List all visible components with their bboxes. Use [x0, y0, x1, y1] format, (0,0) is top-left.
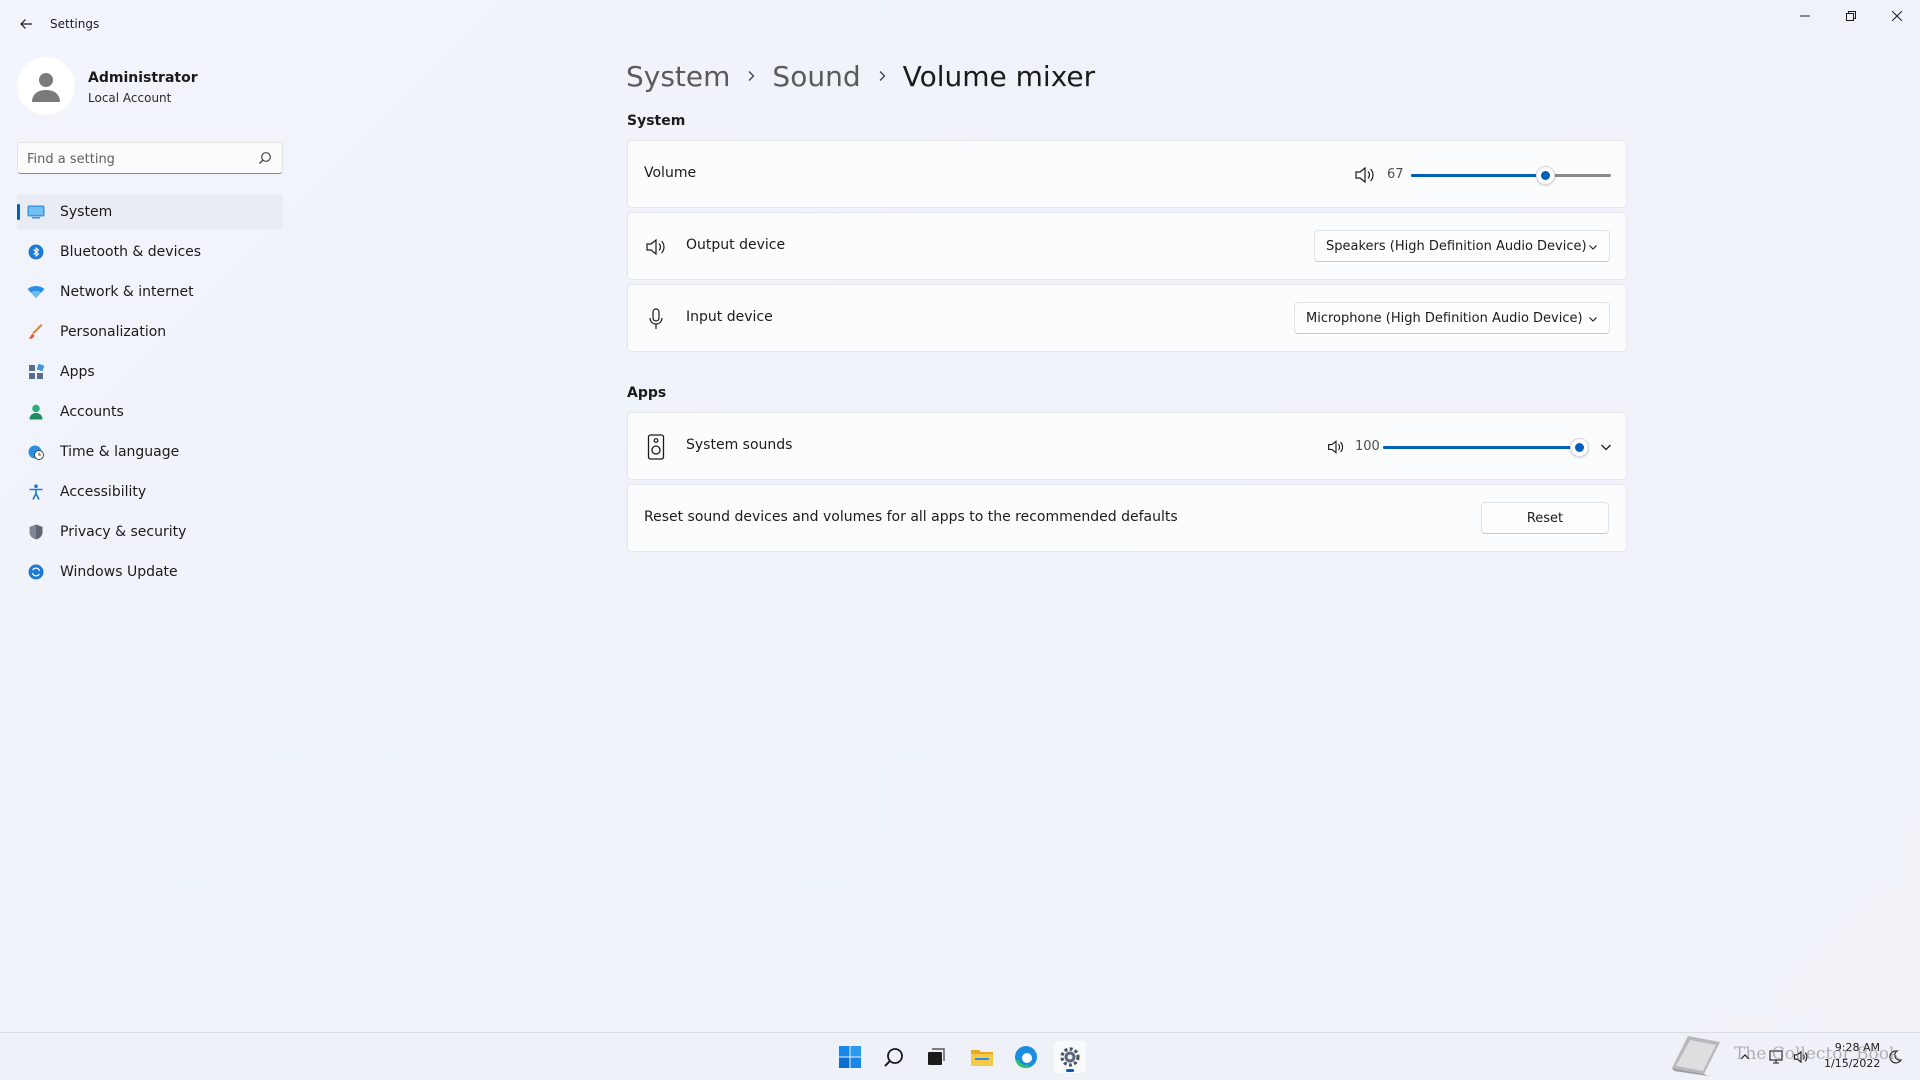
accessibility-icon [27, 483, 45, 501]
search-icon[interactable] [878, 1041, 910, 1073]
avatar [17, 57, 75, 115]
output-device-dropdown[interactable]: Speakers (High Definition Audio Device) [1314, 230, 1610, 262]
slider-fill [1411, 174, 1545, 177]
file-explorer-icon[interactable] [966, 1041, 998, 1073]
sidebar-item-label: Bluetooth & devices [60, 244, 202, 260]
chevron-down-icon [1589, 245, 1597, 250]
sidebar-item-label: Windows Update [60, 564, 178, 580]
watermark: The Collector Book [1668, 1030, 1900, 1078]
sidebar-item-label: Apps [60, 364, 95, 380]
taskbar: 9:28 AM 1/15/2022 [0, 1032, 1920, 1080]
restore-icon [1846, 11, 1856, 21]
speaker-icon[interactable] [1327, 438, 1345, 456]
reset-card: Reset sound devices and volumes for all … [627, 484, 1627, 552]
volume-slider[interactable] [1411, 165, 1611, 185]
system-icon [27, 203, 45, 221]
wifi-icon [27, 283, 45, 301]
sidebar-item-label: Network & internet [60, 284, 194, 300]
chevron-right-icon [877, 70, 887, 82]
user-profile[interactable]: Administrator Local Account [17, 57, 287, 115]
restore-button[interactable] [1828, 0, 1874, 32]
sidebar-item-apps[interactable]: Apps [17, 354, 283, 390]
brush-icon [27, 323, 45, 341]
reset-description: Reset sound devices and volumes for all … [644, 509, 1178, 525]
chevron-down-icon [1601, 444, 1611, 451]
sidebar-item-accessibility[interactable]: Accessibility [17, 474, 283, 510]
volume-value: 67 [1387, 167, 1404, 182]
volume-card: Volume 67 [627, 140, 1627, 208]
input-device-value: Microphone (High Definition Audio Device… [1306, 311, 1583, 326]
sidebar-item-personalization[interactable]: Personalization [17, 314, 283, 350]
slider-thumb[interactable] [1536, 166, 1555, 185]
sidebar-item-label: Time & language [60, 444, 180, 460]
update-icon [27, 563, 45, 581]
profile-account-type: Local Account [88, 91, 172, 105]
input-device-dropdown[interactable]: Microphone (High Definition Audio Device… [1294, 302, 1610, 334]
sidebar-item-windows-update[interactable]: Windows Update [17, 554, 283, 590]
settings-search[interactable] [17, 142, 283, 174]
chevron-down-icon [1589, 317, 1597, 322]
apps-icon [27, 363, 45, 381]
section-heading-apps: Apps [627, 385, 667, 401]
profile-name: Administrator [88, 70, 198, 86]
settings-icon[interactable] [1054, 1041, 1086, 1073]
sidebar-item-accounts[interactable]: Accounts [17, 394, 283, 430]
watermark-text: The Collector Book [1734, 1044, 1900, 1064]
book-icon [1672, 1036, 1720, 1076]
sidebar-item-label: Accounts [60, 404, 124, 420]
title-bar: Settings [0, 0, 1920, 48]
sidebar-item-label: System [60, 204, 113, 220]
start-icon[interactable] [834, 1041, 866, 1073]
close-button[interactable] [1874, 0, 1920, 32]
user-avatar-icon [32, 73, 60, 102]
output-device-card: Output device Speakers (High Definition … [627, 212, 1627, 280]
back-button[interactable] [14, 12, 38, 36]
sidebar-item-system[interactable]: System [17, 194, 283, 230]
slider-thumb[interactable] [1570, 438, 1589, 457]
minimize-icon [1800, 15, 1810, 17]
volume-label: Volume [644, 165, 697, 181]
speaker-icon [644, 235, 668, 259]
sidebar-item-network[interactable]: Network & internet [17, 274, 283, 310]
system-sounds-slider[interactable] [1383, 437, 1589, 457]
back-arrow-icon [20, 19, 32, 29]
microphone-icon [644, 307, 668, 331]
sidebar-item-time-language[interactable]: Time & language [17, 434, 283, 470]
input-device-card: Input device Microphone (High Definition… [627, 284, 1627, 352]
sidebar-item-label: Accessibility [60, 484, 147, 500]
output-device-label: Output device [686, 237, 786, 253]
close-icon [1892, 11, 1902, 21]
chevron-right-icon [746, 70, 756, 82]
minimize-button[interactable] [1782, 0, 1828, 32]
globe-clock-icon [27, 443, 45, 461]
sidebar-item-bluetooth[interactable]: Bluetooth & devices [17, 234, 283, 270]
breadcrumb: System Sound Volume mixer [626, 56, 1095, 96]
bluetooth-icon [27, 243, 45, 261]
breadcrumb-system[interactable]: System [626, 60, 730, 93]
speaker-icon[interactable] [1354, 165, 1376, 185]
sidebar-nav: System Bluetooth & devices Network & int… [17, 194, 283, 594]
task-view-icon[interactable] [920, 1041, 952, 1073]
edge-icon[interactable] [1010, 1041, 1042, 1073]
search-input[interactable] [27, 149, 247, 169]
sidebar-item-privacy[interactable]: Privacy & security [17, 514, 283, 550]
input-device-label: Input device [686, 309, 773, 325]
shield-icon [27, 523, 45, 541]
system-sounds-card: System sounds 100 [627, 412, 1627, 480]
expand-button[interactable] [1594, 435, 1618, 459]
page-title: Volume mixer [902, 59, 1096, 93]
system-sounds-label: System sounds [686, 437, 793, 453]
slider-fill [1383, 446, 1579, 449]
sidebar-item-label: Privacy & security [60, 524, 187, 540]
sidebar-item-label: Personalization [60, 324, 167, 340]
system-sounds-value: 100 [1355, 439, 1380, 454]
section-heading-system: System [627, 113, 686, 129]
reset-button[interactable]: Reset [1481, 502, 1609, 534]
app-title: Settings [50, 17, 100, 31]
device-speaker-icon [644, 434, 668, 460]
person-icon [27, 403, 45, 421]
output-device-value: Speakers (High Definition Audio Device) [1326, 239, 1587, 254]
breadcrumb-sound[interactable]: Sound [772, 60, 860, 93]
search-icon [259, 152, 271, 164]
